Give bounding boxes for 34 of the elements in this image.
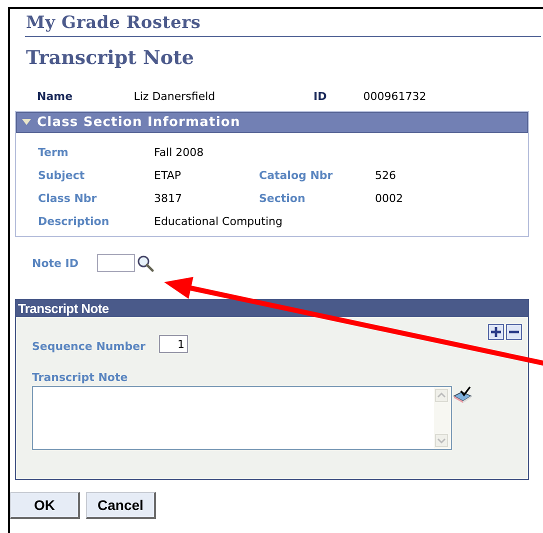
field-label: Subject [38, 169, 86, 182]
field-value: 0002 [375, 192, 403, 205]
field-label: Class Nbr [38, 192, 98, 205]
field-label: Catalog Nbr [259, 169, 334, 182]
note-id-field[interactable] [97, 254, 135, 272]
field-label: Description [38, 215, 110, 228]
field-label: ID [314, 90, 328, 103]
cancel-button[interactable]: Cancel [86, 492, 156, 519]
field-label: Name [37, 90, 74, 103]
field-label: Section [259, 192, 306, 205]
field-value: 526 [375, 169, 396, 182]
field-label: Sequence Number [32, 340, 146, 353]
field-value: ETAP [154, 169, 182, 182]
scroll-down-icon[interactable] [435, 434, 448, 447]
delete-row-icon[interactable] [506, 324, 522, 340]
breadcrumb-title: My Grade Rosters [26, 13, 201, 33]
field-value: Fall 2008 [154, 146, 205, 159]
scroll-up-icon[interactable] [435, 389, 448, 402]
student-name: Liz Danersfield [134, 90, 216, 103]
search-icon[interactable] [137, 254, 154, 272]
field-value: 3817 [154, 192, 183, 205]
add-row-icon[interactable] [488, 324, 504, 340]
page-title: Transcript Note [26, 47, 194, 69]
field-label: Transcript Note [32, 371, 128, 384]
sequence-number-field[interactable]: 1 [159, 335, 188, 353]
field-label: Note ID [32, 256, 80, 270]
scrollbar[interactable] [434, 387, 451, 449]
field-label: Term [38, 146, 70, 159]
ok-button[interactable]: OK [10, 492, 80, 519]
field-value: Educational Computing [154, 215, 282, 228]
student-id: 000961732 [363, 90, 428, 103]
collapse-triangle-icon[interactable] [22, 119, 31, 126]
spell-check-icon[interactable] [453, 386, 473, 404]
panel-header: Transcript Note [16, 300, 528, 317]
